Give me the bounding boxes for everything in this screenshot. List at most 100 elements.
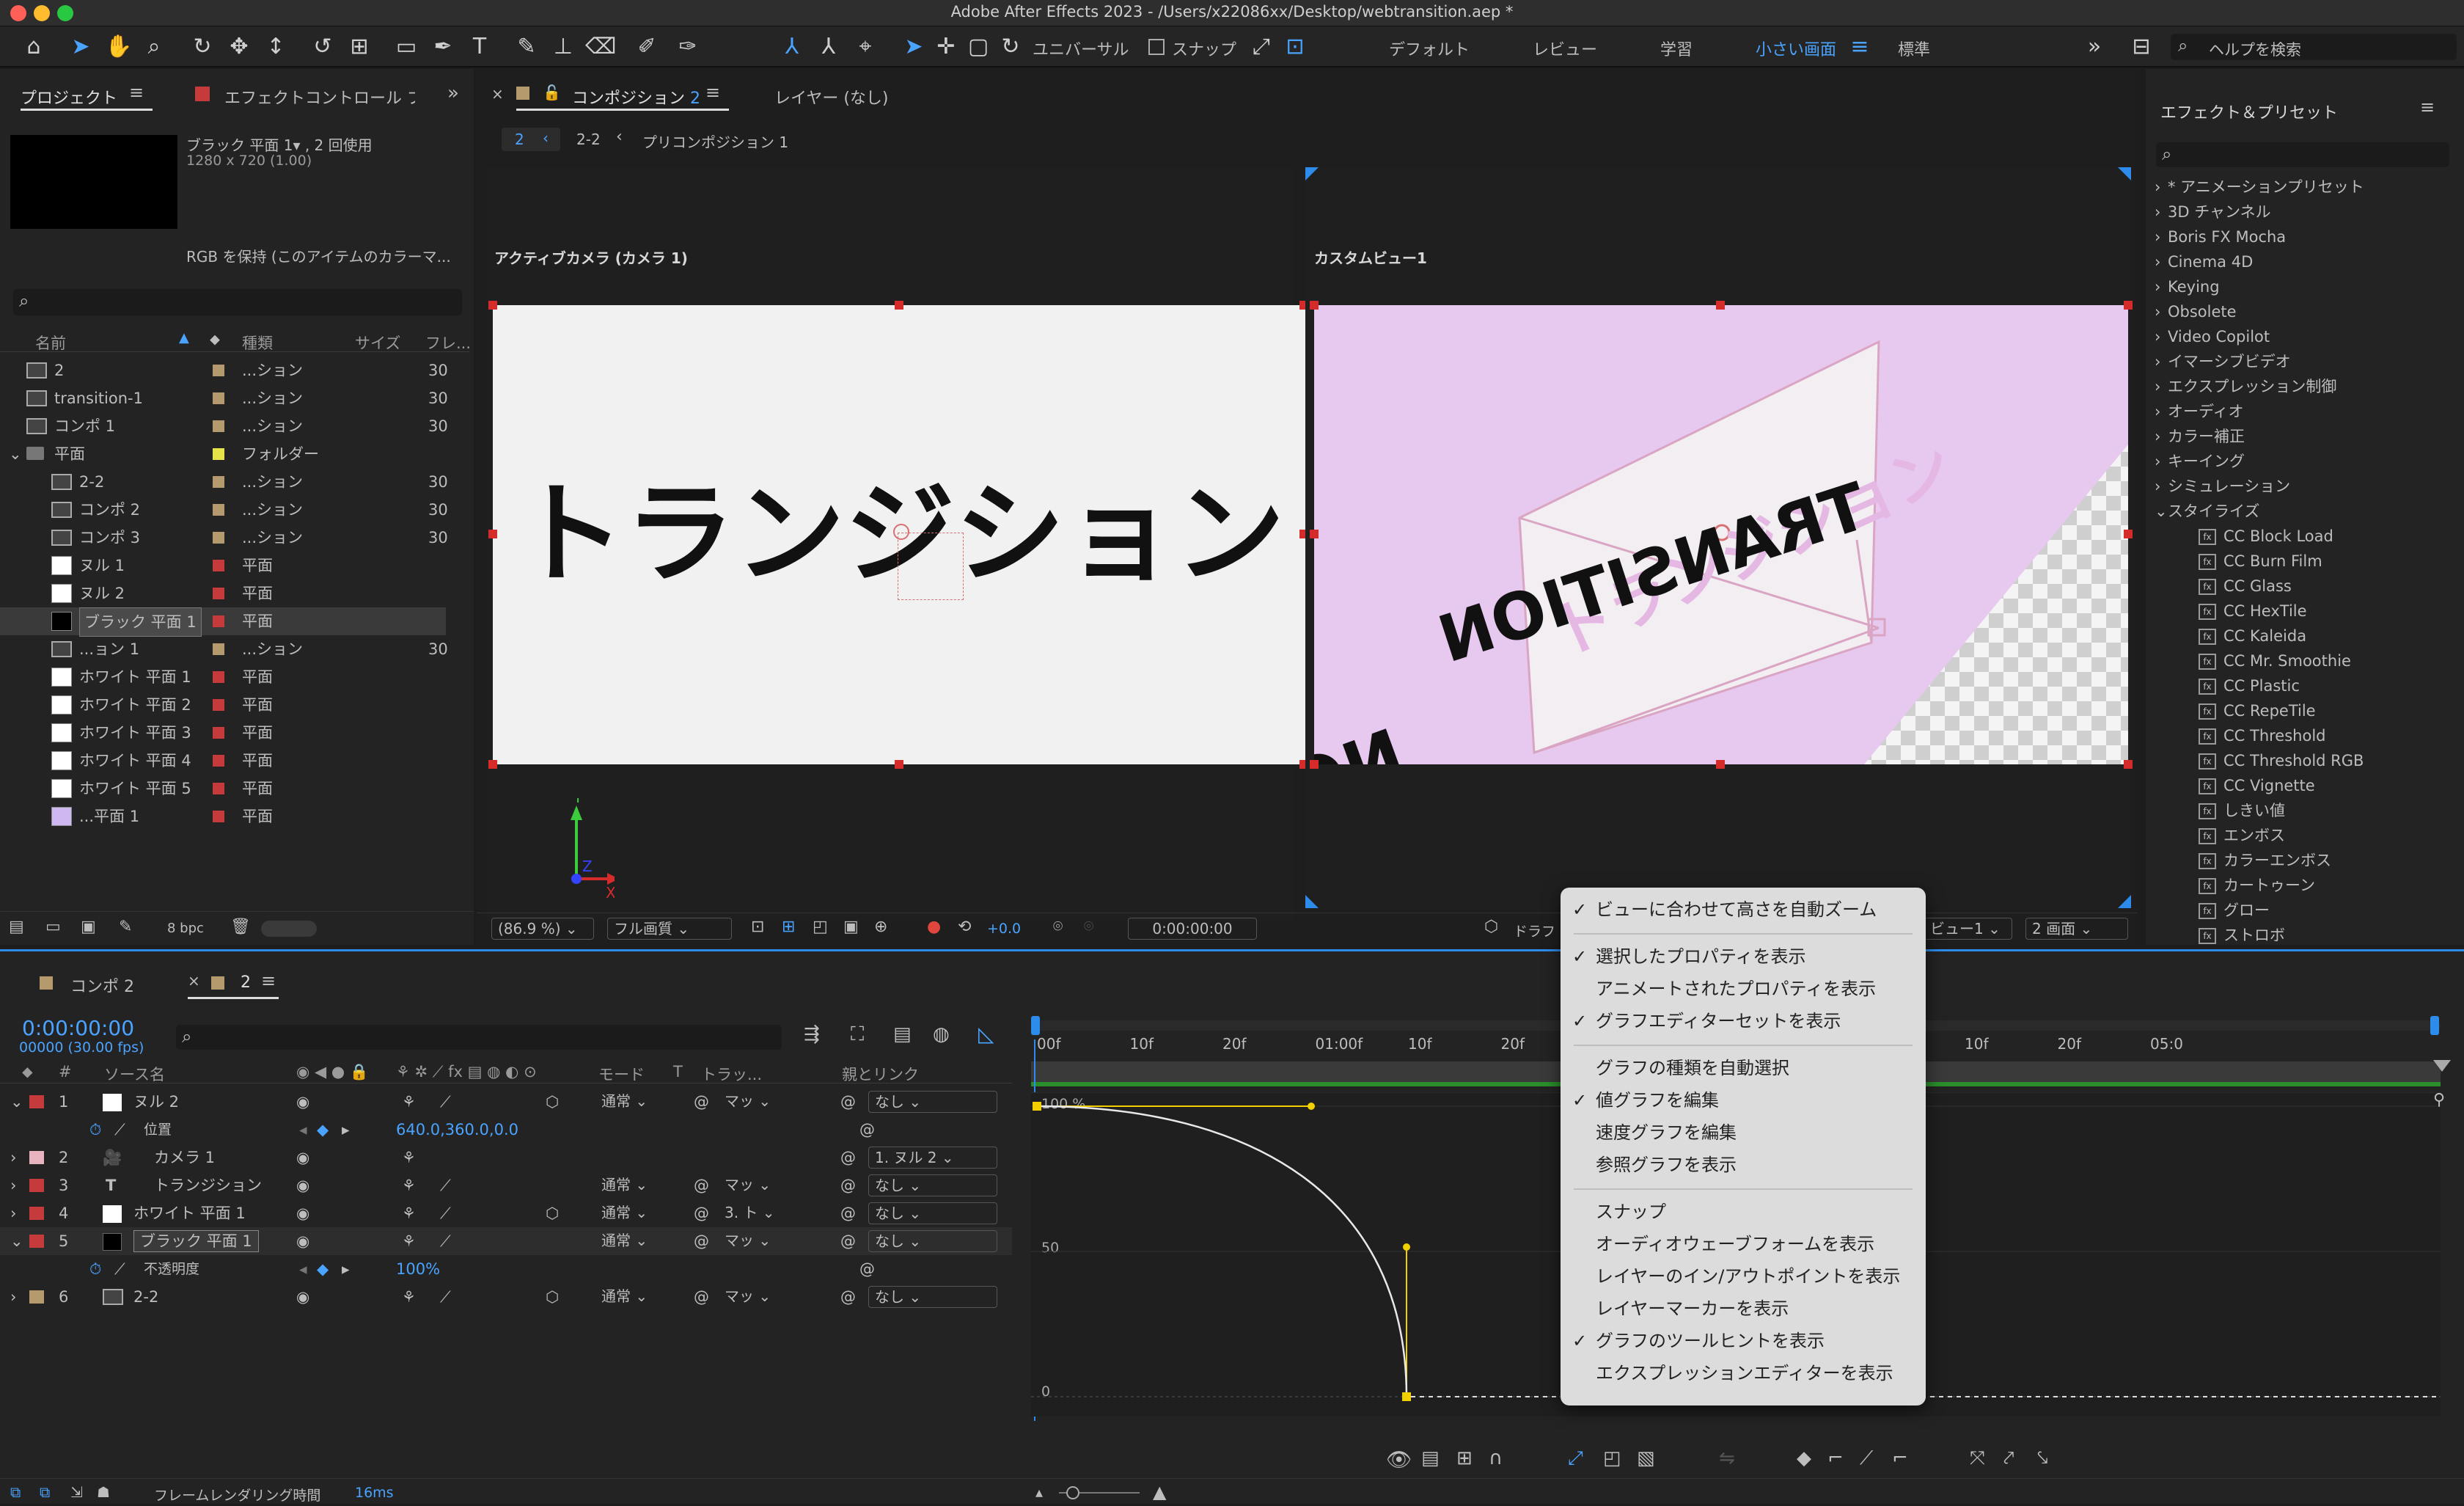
column-track-matte[interactable]: トラッ... (701, 1063, 762, 1085)
label-color-swatch[interactable] (29, 1235, 44, 1248)
effect-category[interactable]: › 3D チャンネル (2155, 200, 2271, 224)
zoom-select[interactable]: (86.9 %) ⌄ (491, 918, 594, 940)
shy-switch-icon[interactable]: ⚘ (402, 1227, 416, 1255)
project-item[interactable]: 2-2 ...ション 30 (0, 468, 448, 496)
layer-name[interactable]: ヌル 2 (133, 1088, 179, 1116)
new-folder-icon[interactable]: ▭ (45, 918, 61, 936)
effect-item[interactable]: fx グロー (2199, 898, 2270, 923)
auto-zoom-height-icon[interactable]: ⤢ (1568, 1447, 1583, 1470)
work-area-start-handle[interactable] (1031, 1016, 1040, 1035)
effect-category[interactable]: › Cinema 4D (2155, 249, 2253, 274)
shy-layers-icon[interactable]: ⛶ (851, 1023, 864, 1046)
comp-canvas-left[interactable]: トランジション (493, 305, 1307, 764)
label-color-swatch[interactable] (213, 727, 224, 739)
label-color-swatch[interactable] (213, 783, 224, 794)
layer-name[interactable]: ブラック 平面 1 (133, 1230, 259, 1252)
interpret-footage-icon[interactable]: ▤ (9, 918, 24, 936)
fast-preview-icon[interactable]: ⊡ (751, 918, 764, 936)
project-item[interactable]: transition-1 ...ション 30 (0, 384, 448, 412)
label-color-swatch[interactable] (29, 1290, 44, 1304)
blend-mode-select[interactable]: 通常 ⌄ (595, 1091, 660, 1113)
trash-icon[interactable]: 🗑 (230, 918, 251, 936)
workspace-small-screen[interactable]: 小さい画面 (1756, 37, 1836, 60)
null-layer-bounds[interactable] (898, 533, 964, 600)
context-menu-item[interactable]: ✓ グラフエディターセットを表示 (1561, 1006, 1926, 1036)
motion-blur-icon[interactable]: ◍ (933, 1023, 950, 1045)
label-color-swatch[interactable] (213, 643, 224, 655)
parent-link-select[interactable]: なし ⌄ (868, 1230, 997, 1252)
transform-handle[interactable] (2124, 301, 2133, 310)
next-keyframe-icon[interactable]: ▸ (342, 1116, 350, 1144)
tab-effect-controls[interactable]: エフェクトコントロール ブ (224, 85, 415, 109)
world-axis-icon[interactable]: ⅄ (814, 32, 843, 62)
transform-handle[interactable] (2124, 760, 2133, 769)
timeline-layer-row[interactable]: › 2 🎥 カメラ 1 ◉ ⚘ @1. ヌル 2 ⌄ (0, 1144, 1012, 1171)
stopwatch-icon[interactable]: ⏱ (89, 1255, 101, 1283)
parent-pickwhip-icon[interactable]: @ (840, 1283, 856, 1311)
easy-ease-icon[interactable]: ⤧ (1970, 1447, 1985, 1470)
edit-keyframe-icon[interactable]: ◆ (1797, 1447, 1811, 1469)
project-item[interactable]: コンポ 1 ...ション 30 (0, 412, 448, 440)
track-matte-select[interactable]: マッ ⌄ (719, 1230, 789, 1252)
easy-ease-out-icon[interactable]: ⤥ (2037, 1447, 2048, 1470)
column-parent-link[interactable]: 親とリンク (842, 1063, 919, 1085)
column-name[interactable]: 名前 (35, 332, 66, 354)
label-color-swatch[interactable] (213, 671, 224, 683)
label-color-swatch[interactable] (213, 448, 224, 460)
shy-switch-icon[interactable]: ⚘ (402, 1283, 416, 1311)
view-axis-icon[interactable]: ⌖ (851, 32, 880, 62)
keyframe-icon[interactable]: ◆ (317, 1116, 329, 1144)
transform-handle[interactable] (1310, 301, 1319, 310)
effect-category[interactable]: › キーイング (2155, 449, 2245, 474)
snap-options-icon[interactable]: ⤢ (1247, 32, 1276, 62)
anchor-point-icon[interactable] (893, 524, 909, 540)
context-menu-item[interactable]: オーディオウェーブフォームを表示 (1561, 1229, 1926, 1259)
label-color-swatch[interactable] (213, 504, 224, 516)
effect-category[interactable]: › Boris FX Mocha (2155, 224, 2286, 249)
transform-handle[interactable] (1310, 760, 1319, 769)
renderer-label[interactable]: ドラフ (1514, 921, 1555, 940)
effect-item[interactable]: fx CC Threshold RGB (2199, 748, 2364, 773)
effect-category[interactable]: › * アニメーションプリセット (2155, 175, 2364, 200)
effect-item[interactable]: fx CC HexTile (2199, 599, 2307, 624)
dolly-camera-icon[interactable]: ↕ (261, 32, 290, 62)
visibility-eye-icon[interactable]: ◉ (296, 1088, 309, 1116)
renderer-icon[interactable]: ⬡ (1484, 918, 1498, 936)
transfer-controls-toggle-icon[interactable]: ⧉ (40, 1483, 50, 1501)
effect-item[interactable]: fx カートゥーン (2199, 873, 2315, 898)
effect-item[interactable]: fx CC RepeTile (2199, 698, 2316, 723)
show-properties-icon[interactable]: 👁 (1386, 1447, 1412, 1472)
chevron-right-icon[interactable]: › (10, 1171, 16, 1199)
layer-name[interactable]: カメラ 1 (154, 1144, 215, 1171)
track-matte-pickwhip-icon[interactable]: @ (694, 1171, 709, 1199)
label-color-swatch[interactable] (213, 615, 224, 627)
effect-item[interactable]: fx CC Vignette (2199, 773, 2315, 798)
parent-pickwhip-icon[interactable]: @ (840, 1144, 856, 1171)
time-navigator-end-icon[interactable] (2433, 1060, 2451, 1072)
layer-switches-toggle-icon[interactable]: ⧉ (10, 1483, 21, 1501)
transform-handle[interactable] (1716, 301, 1725, 310)
context-menu-item[interactable]: 速度グラフを編集 (1561, 1118, 1926, 1147)
label-color-swatch[interactable] (213, 755, 224, 767)
hold-keyframe-icon[interactable]: ⌐ (1827, 1447, 1844, 1469)
breadcrumb-precomp[interactable]: プリコンポジション 1 (642, 131, 788, 152)
column-mode[interactable]: モード (598, 1063, 645, 1085)
universal-scale-icon[interactable]: ▢ (964, 32, 993, 62)
timeline-layer-row[interactable]: › 3 T トランジション ◉ ⚘ ⟋ 通常 ⌄ @ マッ ⌄ @ なし ⌄ (0, 1171, 1012, 1199)
timeline-timecode[interactable]: 0:00:00:00 (22, 1016, 134, 1040)
context-menu-item[interactable]: ✓ 選択したプロパティを表示 (1561, 942, 1926, 971)
view-layout-select[interactable]: 2 画面 ⌄ (2025, 918, 2128, 940)
blend-mode-select[interactable]: 通常 ⌄ (595, 1202, 660, 1224)
effect-category[interactable]: › Keying (2155, 274, 2220, 299)
zoom-out-icon[interactable]: ▴ (1035, 1483, 1043, 1501)
column-type[interactable]: 種類 (242, 332, 273, 354)
context-menu-item[interactable]: レイヤーマーカーを表示 (1561, 1294, 1926, 1323)
parent-pickwhip-icon[interactable]: @ (840, 1227, 856, 1255)
prev-keyframe-icon[interactable]: ◂ (299, 1255, 307, 1283)
label-color-swatch[interactable] (213, 365, 224, 376)
universal-rotate-icon[interactable]: ↻ (996, 32, 1025, 62)
label-color-swatch[interactable] (213, 476, 224, 488)
shy-switch-icon[interactable]: ⚘ (402, 1088, 416, 1116)
breadcrumb-current[interactable]: 2 ‹ (502, 128, 560, 151)
project-item[interactable]: ホワイト 平面 2 平面 (0, 691, 446, 719)
